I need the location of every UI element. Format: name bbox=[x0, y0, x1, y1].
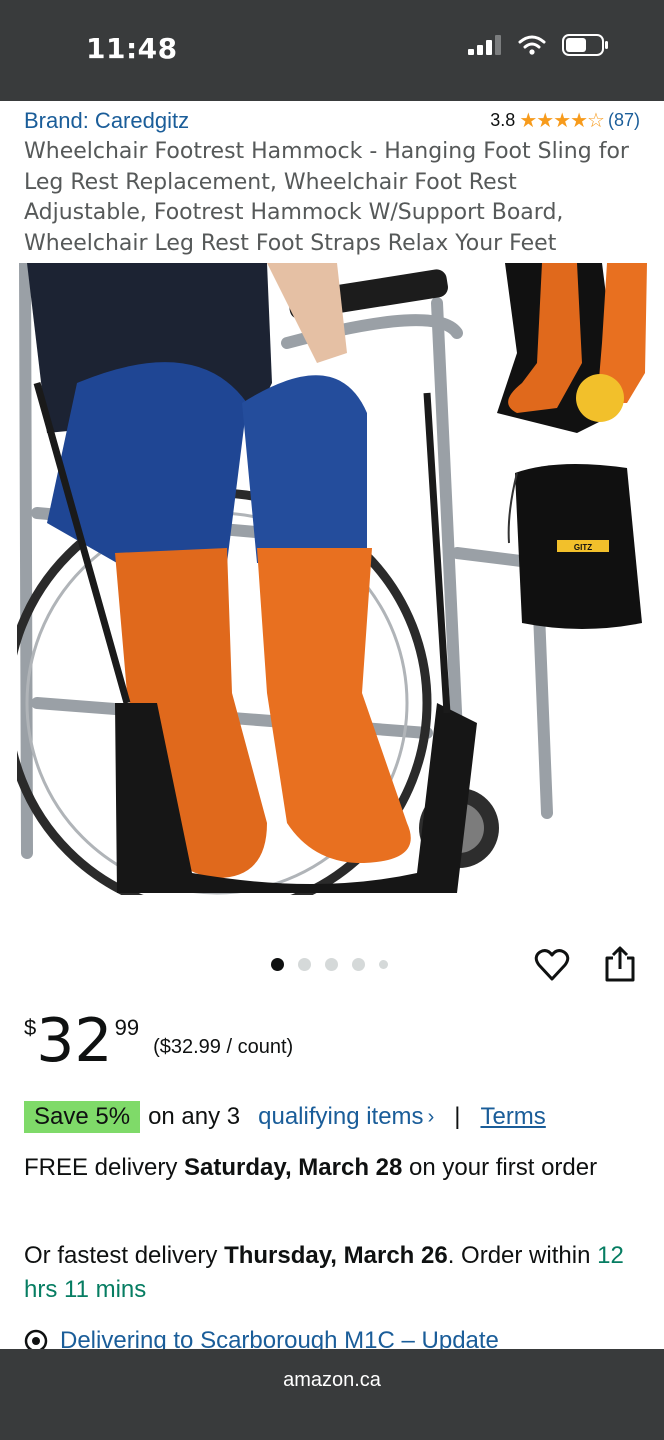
battery-icon bbox=[562, 34, 608, 56]
delivery-info: FREE delivery Saturday, March 28 on your… bbox=[24, 1151, 634, 1185]
status-icons bbox=[468, 34, 608, 56]
terms-link[interactable]: Terms bbox=[480, 1103, 545, 1131]
save-badge: Save 5% bbox=[24, 1101, 141, 1133]
browser-url[interactable]: amazon.ca bbox=[0, 1369, 664, 1392]
brand-rating-row: Brand: Caredgitz 3.8 ★★★★☆ (87) bbox=[24, 106, 640, 136]
product-image[interactable]: GITZ bbox=[17, 263, 647, 895]
share-icon[interactable] bbox=[603, 944, 637, 984]
browser-bottom-bar: amazon.ca bbox=[0, 1349, 664, 1440]
promo-text: on any 3 bbox=[148, 1103, 241, 1130]
page-content: Brand: Caredgitz 3.8 ★★★★☆ (87) Wheelcha… bbox=[0, 101, 664, 1349]
price-currency: $ bbox=[24, 1015, 37, 1040]
status-bar: 11:48 bbox=[0, 0, 664, 101]
price-per-unit: ($32.99 / count) bbox=[153, 1036, 294, 1058]
delivery-prefix: FREE delivery bbox=[24, 1154, 185, 1181]
signal-icon bbox=[468, 35, 501, 55]
footrest-detail-inset bbox=[472, 263, 647, 443]
wifi-icon bbox=[518, 35, 546, 55]
price-fraction: 99 bbox=[114, 1015, 140, 1040]
price: $ 32 99 ($32.99 / count) bbox=[24, 1009, 293, 1073]
bag-label: GITZ bbox=[574, 543, 592, 552]
fastest-mid: . Order within bbox=[447, 1242, 598, 1269]
carousel-dot[interactable] bbox=[271, 958, 284, 971]
fastest-date: Thursday, March 26 bbox=[224, 1242, 448, 1269]
carousel-dot[interactable] bbox=[352, 958, 365, 971]
price-whole: 32 bbox=[36, 1006, 113, 1076]
status-time: 11:48 bbox=[86, 32, 178, 65]
delivery-suffix: on your first order bbox=[402, 1154, 598, 1181]
delivery-location[interactable]: Delivering to Scarborough M1C – Update bbox=[24, 1327, 499, 1349]
rating-value: 3.8 bbox=[490, 110, 516, 130]
storage-bag-inset: GITZ bbox=[507, 464, 642, 629]
chevron-right-icon[interactable]: › bbox=[428, 1106, 435, 1129]
divider: | bbox=[454, 1103, 461, 1130]
product-title: Wheelchair Footrest Hammock - Hanging Fo… bbox=[24, 139, 629, 256]
heart-icon[interactable] bbox=[534, 947, 570, 983]
carousel-dot[interactable] bbox=[325, 958, 338, 971]
rating[interactable]: 3.8 ★★★★☆ (87) bbox=[490, 108, 640, 133]
rating-count[interactable]: (87) bbox=[608, 110, 640, 131]
image-carousel-dots[interactable] bbox=[271, 958, 388, 971]
location-pin-icon bbox=[24, 1329, 48, 1349]
fastest-delivery-info: Or fastest delivery Thursday, March 26. … bbox=[24, 1239, 640, 1307]
rating-stars-icon: ★★★★☆ bbox=[519, 110, 605, 132]
carousel-dot[interactable] bbox=[298, 958, 311, 971]
delivery-location-text[interactable]: Delivering to Scarborough M1C – Update bbox=[60, 1327, 499, 1349]
delivery-date: Saturday, March 28 bbox=[184, 1154, 403, 1181]
qualifying-items-link[interactable]: qualifying items bbox=[258, 1103, 423, 1131]
promo-row: Save 5% on any 3 qualifying items › | Te… bbox=[24, 1101, 546, 1133]
fastest-prefix: Or fastest delivery bbox=[24, 1242, 225, 1269]
carousel-dot[interactable] bbox=[379, 960, 388, 969]
brand-link[interactable]: Brand: Caredgitz bbox=[24, 108, 189, 134]
